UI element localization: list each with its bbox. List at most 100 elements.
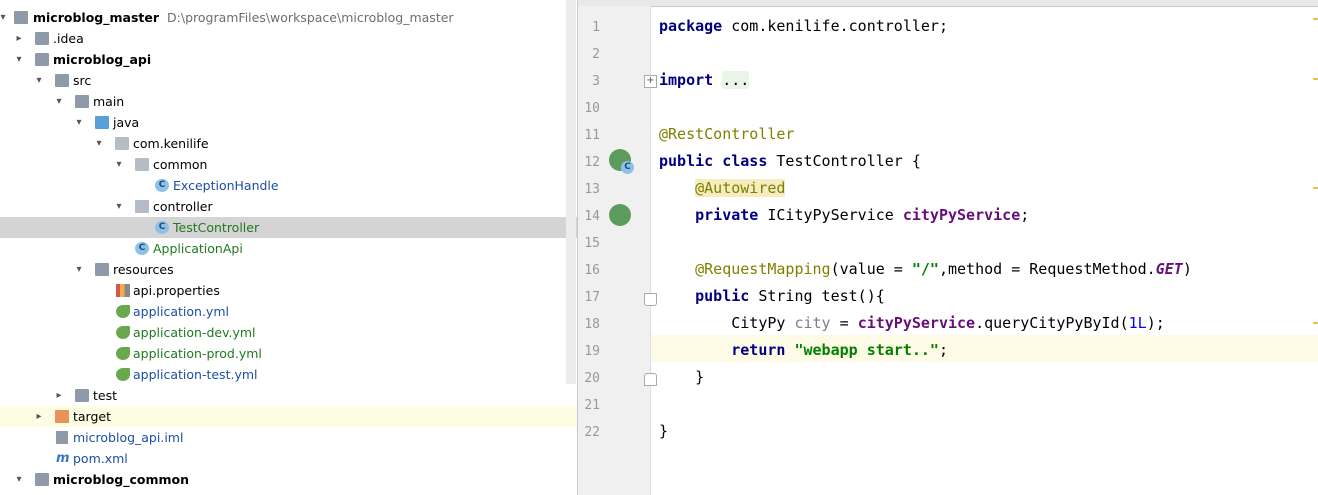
- line-number: 1: [592, 20, 600, 35]
- tree-item-java[interactable]: ▾ java: [0, 112, 577, 133]
- code-line-18[interactable]: CityPy city = cityPyService.queryCityPyB…: [659, 310, 1165, 337]
- tree-item-microblog-master[interactable]: ▾ microblog_master D:\programFiles\worksp…: [0, 7, 577, 28]
- code-line-16[interactable]: @RequestMapping(value = "/",method = Req…: [659, 256, 1192, 283]
- tree-item-com-kenilife[interactable]: ▾ com.kenilife: [0, 133, 577, 154]
- tree-item-label: .idea: [53, 31, 84, 46]
- tree-item-label: application.yml: [133, 304, 229, 319]
- folder-icon: [35, 32, 49, 45]
- tree-item-test[interactable]: ▸ test: [0, 385, 577, 406]
- tree-item-label: microblog_common: [53, 472, 190, 487]
- tree-item-applicationapi[interactable]: C ApplicationApi: [0, 238, 577, 259]
- tree-item-common[interactable]: ▾ common: [0, 154, 577, 175]
- tree-item-testcontroller[interactable]: C TestController: [0, 217, 577, 238]
- code-text: (value =: [830, 260, 912, 278]
- string-literal: "webapp start..": [794, 341, 939, 359]
- field-name: cityPyService: [902, 206, 1021, 224]
- warning-marker[interactable]: [1313, 78, 1318, 80]
- autowired-navigate-gutter-icon[interactable]: [609, 204, 631, 226]
- tree-item-microblog-common[interactable]: ▾ microblog_common: [0, 469, 577, 490]
- line-number: 20: [584, 371, 600, 386]
- code-line-20[interactable]: }: [659, 364, 704, 391]
- tree-item-application-dev-yml[interactable]: application-dev.yml: [0, 322, 577, 343]
- spring-bean-gutter-icon[interactable]: C: [609, 149, 634, 174]
- line-number: 14: [584, 209, 600, 224]
- chevron-right-icon[interactable]: ▸: [52, 385, 66, 406]
- warning-marker[interactable]: [1313, 18, 1318, 20]
- warning-marker[interactable]: [1313, 187, 1318, 189]
- tree-item-controller[interactable]: ▾ controller: [0, 196, 577, 217]
- spring-boot-class-icon: C: [135, 242, 149, 255]
- chevron-down-icon[interactable]: ▾: [72, 112, 86, 133]
- tree-item-exceptionhandle[interactable]: C ExceptionHandle: [0, 175, 577, 196]
- code-line-22[interactable]: }: [659, 418, 668, 445]
- line-number: 16: [584, 263, 600, 278]
- tree-item-resources[interactable]: ▾ resources: [0, 259, 577, 280]
- properties-file-icon: [116, 284, 130, 297]
- tree-item-label: api.properties: [133, 283, 220, 298]
- fold-expand-icon[interactable]: +: [644, 75, 657, 88]
- project-tree-panel: ▾ microblog_master D:\programFiles\worksp…: [0, 0, 578, 495]
- tree-item-main[interactable]: ▾ main: [0, 91, 577, 112]
- string-literal: "/": [911, 260, 939, 278]
- chevron-down-icon[interactable]: ▾: [92, 133, 106, 154]
- punctuation: ;: [1020, 206, 1030, 224]
- chevron-down-icon[interactable]: ▾: [112, 154, 126, 175]
- field-name: cityPyService: [857, 314, 976, 332]
- tree-scrollbar[interactable]: [566, 0, 576, 384]
- code-line-13[interactable]: @Autowired: [659, 175, 786, 202]
- chevron-down-icon[interactable]: ▾: [12, 49, 26, 70]
- chevron-right-icon[interactable]: ▸: [12, 28, 26, 49]
- chevron-down-icon[interactable]: ▾: [72, 259, 86, 280]
- tree-item-application-prod-yml[interactable]: application-prod.yml: [0, 343, 577, 364]
- tree-item-application-yml[interactable]: application.yml: [0, 301, 577, 322]
- code-line-1[interactable]: package com.kenilife.controller;: [659, 13, 948, 40]
- line-number: 11: [584, 128, 600, 143]
- line-number: 10: [584, 101, 600, 116]
- resources-folder-icon: [95, 263, 109, 276]
- excluded-folder-icon: [55, 410, 69, 423]
- editor-tab-strip[interactable]: [578, 0, 1318, 7]
- tree-item-microblog-api[interactable]: ▾ microblog_api: [0, 49, 577, 70]
- spring-yml-icon: [116, 305, 130, 318]
- keyword: public: [659, 152, 714, 170]
- tree-item-microblog-api-iml[interactable]: microblog_api.iml: [0, 427, 577, 448]
- brace: }: [695, 368, 705, 386]
- code-editor[interactable]: 1 2 3 10 11 12 13 14 15 16 17 18 19 20 2…: [578, 0, 1318, 495]
- warning-marker[interactable]: [1313, 322, 1318, 324]
- chevron-down-icon[interactable]: ▾: [32, 70, 46, 91]
- annotation: @RequestMapping: [695, 260, 831, 278]
- code-line-19[interactable]: return "webapp start..";: [659, 337, 948, 364]
- tree-item-target[interactable]: ▸ target: [0, 406, 577, 427]
- punctuation: );: [1146, 314, 1165, 332]
- fold-collapse-icon[interactable]: [644, 293, 657, 306]
- local-variable: city: [794, 314, 831, 332]
- fold-end-icon[interactable]: [644, 373, 657, 386]
- tree-item-application-test-yml[interactable]: application-test.yml: [0, 364, 577, 385]
- chevron-down-icon[interactable]: ▾: [112, 196, 126, 217]
- line-number: 17: [584, 290, 600, 305]
- tree-item-label: microblog_api: [53, 52, 152, 67]
- chevron-down-icon[interactable]: ▾: [52, 91, 66, 112]
- code-line-17[interactable]: public String test(){: [659, 283, 885, 310]
- chevron-down-icon[interactable]: ▾: [12, 469, 26, 490]
- tree-item-api-properties[interactable]: api.properties: [0, 280, 577, 301]
- module-folder-icon: [35, 473, 49, 486]
- tree-item-label: application-dev.yml: [133, 325, 256, 340]
- annotation: @RestController: [659, 125, 795, 143]
- code-line-11[interactable]: @RestController: [659, 121, 794, 148]
- tree-item-pom-xml[interactable]: m pom.xml: [0, 448, 577, 469]
- chevron-right-icon[interactable]: ▸: [32, 406, 46, 427]
- tree-item-label: application-prod.yml: [133, 346, 262, 361]
- folded-imports[interactable]: ...: [722, 71, 750, 89]
- line-number: 15: [584, 236, 600, 251]
- code-line-14[interactable]: private ICityPyService cityPyService;: [659, 202, 1029, 229]
- tree-item-label: microblog_api.iml: [73, 430, 184, 445]
- code-line-12[interactable]: public class TestController {: [659, 148, 921, 175]
- method-call: .queryCityPyById(: [975, 314, 1129, 332]
- module-folder-icon: [35, 53, 49, 66]
- code-line-3[interactable]: import ...: [659, 67, 750, 94]
- tree-item-src[interactable]: ▾ src: [0, 70, 577, 91]
- line-number: 2: [592, 47, 600, 62]
- chevron-down-icon[interactable]: ▾: [0, 7, 10, 28]
- tree-item-idea[interactable]: ▸ .idea: [0, 28, 577, 49]
